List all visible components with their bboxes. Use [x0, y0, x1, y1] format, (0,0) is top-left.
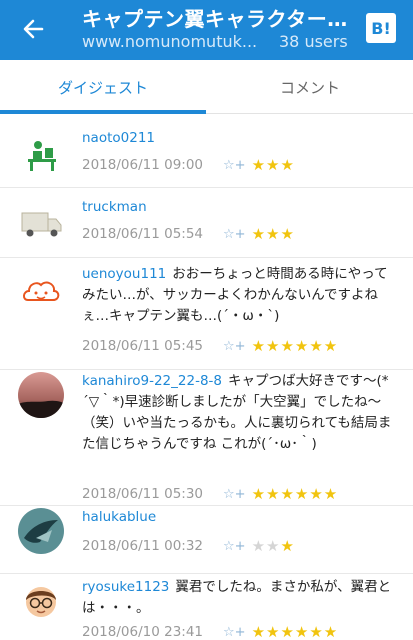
comment-meta: 2018/06/11 05:54 ☆+ ★★★ — [82, 224, 295, 244]
star-rating[interactable]: ★★★ — [252, 156, 295, 174]
orange-face-icon — [18, 270, 64, 316]
comment-meta: 2018/06/11 00:32 ☆+ ★★★ — [82, 536, 295, 556]
comment-user[interactable]: uenoyou111 — [82, 266, 166, 282]
star-empty: ★★ — [251, 537, 281, 555]
comment-meta: 2018/06/11 09:00 ☆+ ★★★ — [82, 155, 295, 175]
users-count: 38 users — [279, 32, 348, 51]
comment-row: kanahiro9-22_22-8-8 キャプつば大好きです〜(*´▽｀*)早速診… — [0, 370, 413, 506]
comment-meta: 2018/06/11 05:45 ☆+ ★★★★★★ — [82, 336, 338, 356]
comment-body: ryosuke1123 翼君でしたね。まさか私が、翼君とは・・・。 — [82, 577, 397, 619]
avatar[interactable] — [18, 200, 64, 246]
comment-user[interactable]: ryosuke1123 — [82, 579, 169, 595]
comment-user[interactable]: naoto0211 — [82, 130, 155, 146]
bird-photo-icon — [18, 508, 64, 554]
comment-meta: 2018/06/10 23:41 ☆+ ★★★★★★ — [82, 622, 338, 640]
comment-body: kanahiro9-22_22-8-8 キャプつば大好きです〜(*´▽｀*)早速診… — [82, 371, 397, 455]
star-rating[interactable]: ★★★ — [252, 537, 295, 555]
desk-person-icon — [18, 132, 64, 178]
comment-date: 2018/06/11 09:00 — [82, 157, 204, 173]
comment-date: 2018/06/11 05:45 — [82, 338, 204, 354]
comment-row: naoto0211 2018/06/11 09:00 ☆+ ★★★ — [0, 118, 413, 188]
comment-user[interactable]: truckman — [82, 199, 147, 215]
add-star-icon[interactable]: ☆+ — [223, 339, 246, 354]
tab-digest[interactable]: ダイジェスト — [0, 60, 206, 114]
hatena-bookmark-logo[interactable]: B! — [366, 13, 396, 43]
comment-body: uenoyou111 おおーちょっと時間ある時にやってみたい…が、サッカーよくわか… — [82, 264, 397, 327]
page-title: キャプテン翼キャラクター診断 — [82, 7, 352, 31]
star-rating[interactable]: ★★★★★★ — [252, 337, 339, 355]
tab-bar: ダイジェスト コメント — [0, 60, 413, 114]
comment-date: 2018/06/11 05:30 — [82, 486, 204, 502]
active-tab-indicator — [0, 110, 206, 114]
sunset-photo-icon — [18, 372, 64, 418]
comment-user[interactable]: kanahiro9-22_22-8-8 — [82, 373, 222, 389]
avatar[interactable] — [18, 372, 64, 418]
star-rating[interactable]: ★★★★★★ — [252, 485, 339, 503]
comment-date: 2018/06/11 00:32 — [82, 538, 204, 554]
comment-row: halukablue 2018/06/11 00:32 ☆+ ★★★ — [0, 506, 413, 574]
comment-user[interactable]: halukablue — [82, 509, 156, 525]
avatar[interactable] — [18, 578, 64, 624]
comment-date: 2018/06/11 05:54 — [82, 226, 204, 242]
back-button[interactable] — [16, 12, 50, 46]
star-rating[interactable]: ★★★★★★ — [252, 623, 339, 640]
truck-icon — [18, 200, 64, 246]
arrow-left-icon — [23, 19, 44, 39]
comment-row: uenoyou111 おおーちょっと時間ある時にやってみたい…が、サッカーよくわか… — [0, 258, 413, 370]
avatar[interactable] — [18, 132, 64, 178]
star-filled: ★ — [280, 537, 295, 555]
entry-domain[interactable]: www.nomunomutuk... — [82, 32, 262, 51]
app-bar: キャプテン翼キャラクター診断 www.nomunomutuk... 38 use… — [0, 0, 413, 60]
comment-date: 2018/06/10 23:41 — [82, 624, 204, 640]
add-star-icon[interactable]: ☆+ — [223, 625, 246, 640]
comment-row: truckman 2018/06/11 05:54 ☆+ ★★★ — [0, 188, 413, 258]
star-rating[interactable]: ★★★ — [252, 225, 295, 243]
avatar[interactable] — [18, 508, 64, 554]
glasses-boy-icon — [18, 578, 64, 624]
add-star-icon[interactable]: ☆+ — [223, 539, 246, 554]
tab-comments[interactable]: コメント — [207, 60, 413, 114]
add-star-icon[interactable]: ☆+ — [223, 487, 246, 502]
comment-meta: 2018/06/11 05:30 ☆+ ★★★★★★ — [82, 484, 338, 504]
add-star-icon[interactable]: ☆+ — [223, 158, 246, 173]
avatar[interactable] — [18, 270, 64, 316]
comment-row: ryosuke1123 翼君でしたね。まさか私が、翼君とは・・・。 2018/06… — [0, 574, 413, 640]
add-star-icon[interactable]: ☆+ — [223, 227, 246, 242]
